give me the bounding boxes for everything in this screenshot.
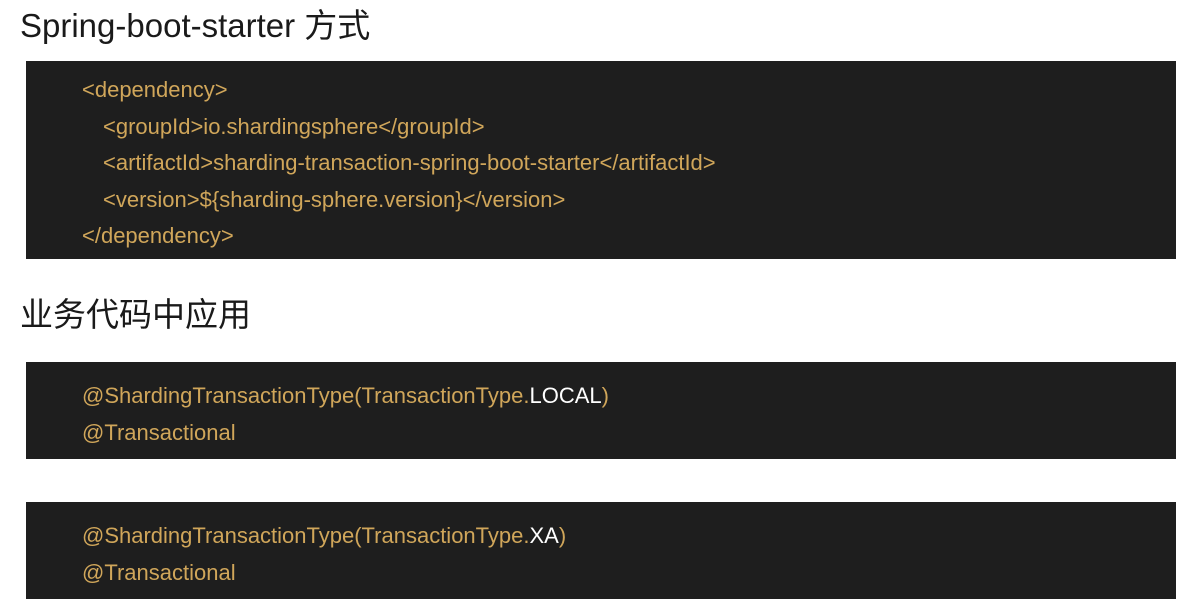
usage-heading: 业务代码中应用	[20, 296, 251, 333]
sharding-transaction-type-line: @ShardingTransactionType(TransactionType…	[82, 518, 1176, 555]
group-id-line: <groupId>io.shardingsphere</groupId>	[103, 113, 485, 139]
artifact-id-line: <artifactId>sharding-transaction-spring-…	[103, 150, 716, 176]
dependency-code-block: <dependency> <groupId>io.shardingsphere<…	[26, 61, 1176, 259]
version-line: <version>${sharding-sphere.version}</ver…	[103, 186, 566, 212]
annotation-suffix: )	[601, 383, 609, 408]
local-transaction-code-block: @ShardingTransactionType(TransactionType…	[26, 362, 1176, 459]
annotation-suffix: )	[558, 523, 567, 548]
sharding-transaction-type-line: @ShardingTransactionType(TransactionType…	[82, 378, 1176, 415]
transaction-type-constant: LOCAL	[529, 383, 602, 408]
annotation-prefix: @ShardingTransactionType(TransactionType…	[82, 383, 530, 408]
xa-transaction-code-block: @ShardingTransactionType(TransactionType…	[26, 502, 1176, 599]
dependency-close-tag: </dependency>	[82, 223, 234, 249]
transaction-type-constant: XA	[529, 523, 559, 548]
transactional-annotation-line: @Transactional	[82, 559, 236, 585]
annotation-prefix: @ShardingTransactionType(TransactionType…	[82, 523, 530, 548]
starter-heading: Spring-boot-starter 方式	[20, 7, 371, 44]
dependency-open-tag: <dependency>	[82, 77, 228, 102]
transactional-annotation-line: @Transactional	[82, 419, 236, 445]
